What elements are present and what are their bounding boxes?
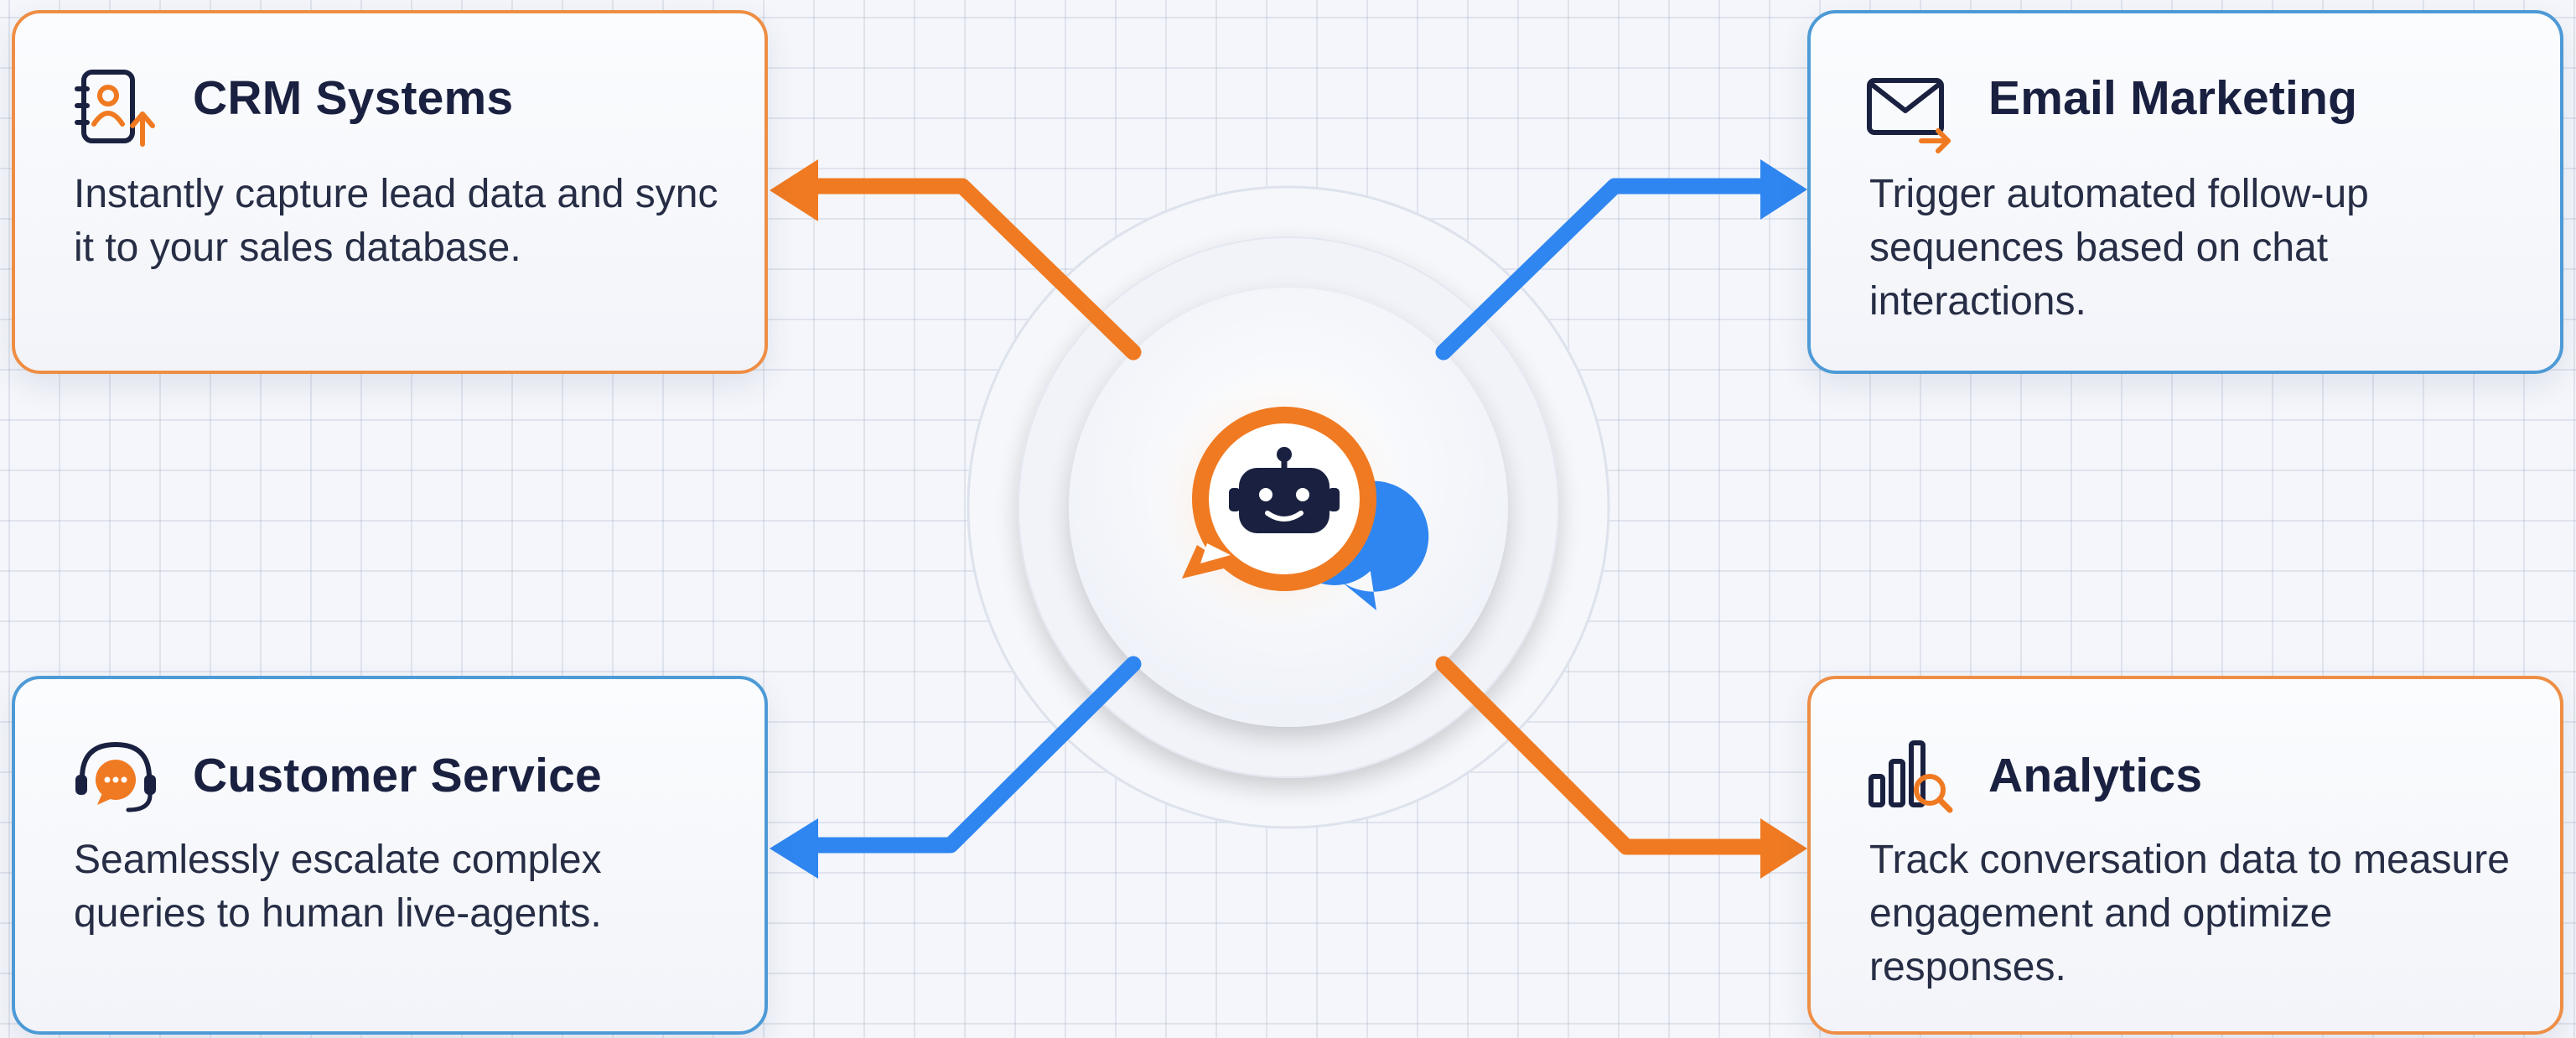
card-analytics: Analytics Track conversation data to mea… [1807, 676, 2563, 1035]
service-description: Seamlessly escalate complex queries to h… [74, 838, 602, 936]
crm-description: Instantly capture lead data and sync it … [74, 172, 718, 270]
card-customer-service: Customer Service Seamlessly escalate com… [12, 676, 768, 1035]
service-title: Customer Service [193, 749, 602, 802]
headset-chat-icon [75, 741, 156, 812]
crm-contact-icon [75, 70, 155, 147]
arrowhead-to-analytics [1760, 818, 1807, 879]
email-icon [1867, 78, 1951, 153]
arrowhead-to-email [1760, 159, 1807, 220]
crm-title: CRM Systems [193, 71, 514, 125]
card-crm-systems: CRM Systems Instantly capture lead data … [12, 10, 768, 374]
email-description: Trigger automated follow-up sequences ba… [1869, 172, 2369, 324]
arrowhead-to-crm [770, 159, 818, 221]
analytics-title: Analytics [1988, 749, 2203, 802]
arrowhead-to-service [770, 818, 818, 879]
email-title: Email Marketing [1988, 71, 2358, 125]
card-email-marketing: Email Marketing Trigger automated follow… [1807, 10, 2563, 374]
analytics-description: Track conversation data to measure engag… [1869, 838, 2510, 989]
analytics-chart-icon [1869, 740, 1953, 813]
